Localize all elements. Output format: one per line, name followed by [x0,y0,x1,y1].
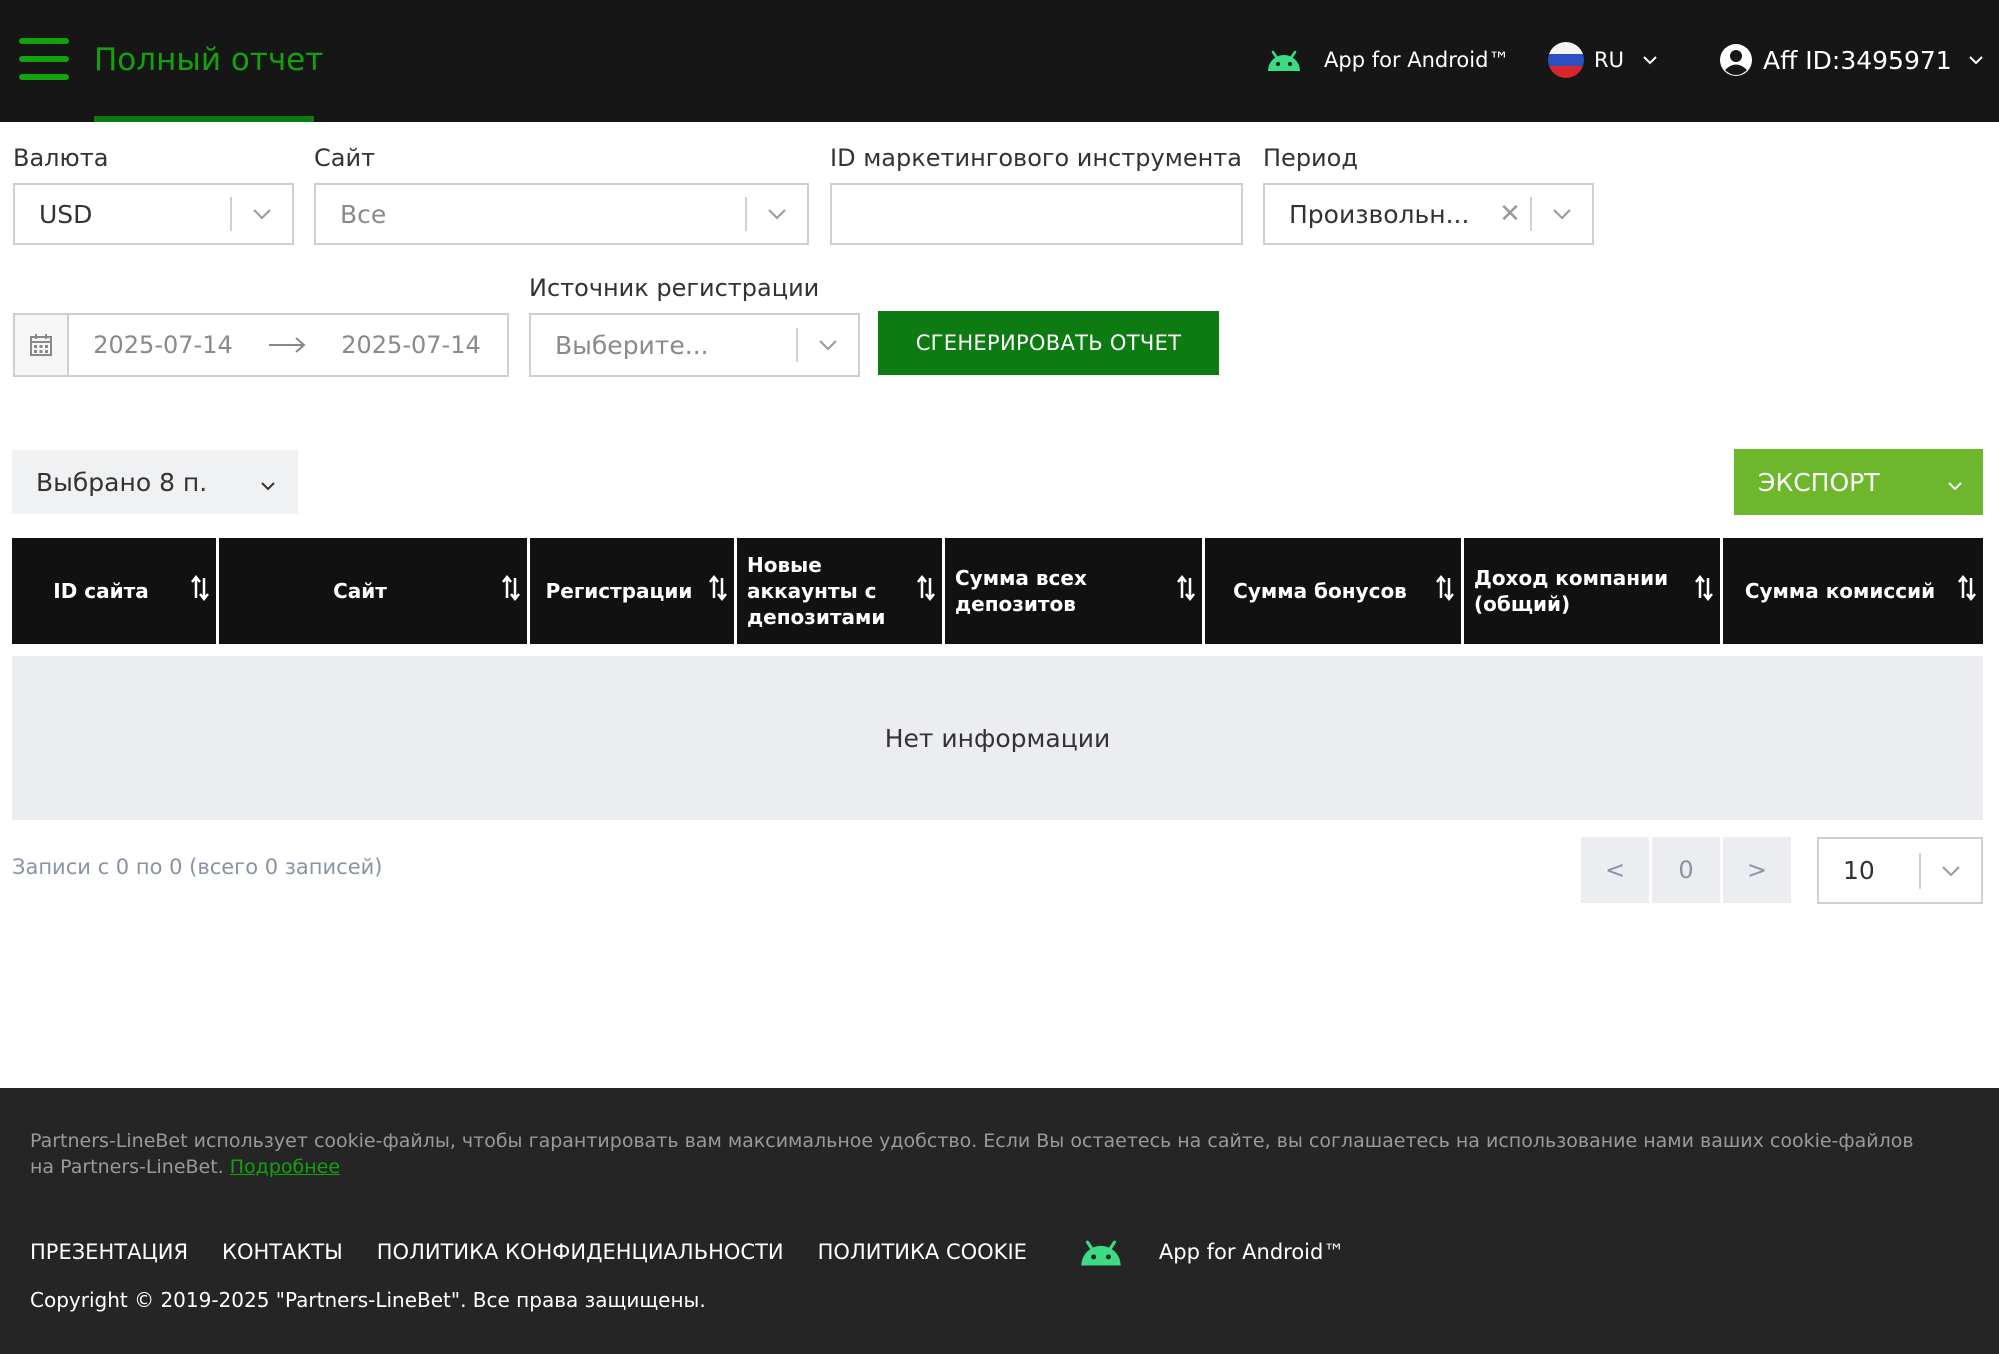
column-header-label: Сумма комиссий [1744,579,1936,603]
footer-link-privacy-policy[interactable]: ПОЛИТИКА КОНФИДЕНЦИАЛЬНОСТИ [377,1240,784,1264]
export-label: ЭКСПОРТ [1758,467,1880,497]
footer-link-contacts[interactable]: КОНТАКТЫ [222,1240,343,1264]
chevron-down-icon [798,339,858,351]
sort-icon[interactable] [190,574,210,607]
columns-select[interactable]: Выбрано 8 п. [12,450,298,514]
page-size-value: 10 [1843,856,1875,885]
period-label: Период [1263,144,1358,172]
android-icon [1268,50,1300,71]
sort-icon[interactable] [1957,574,1977,607]
period-select[interactable]: Произвольн... ✕ [1263,183,1594,245]
marketing-id-label: ID маркетингового инструмента [830,144,1242,172]
date-to-input[interactable]: 2025-07-14 [317,331,505,359]
language-label: RU [1594,48,1624,72]
site-value: Все [340,199,387,229]
chevron-down-icon [1921,865,1981,877]
sort-icon[interactable] [916,574,936,607]
marketing-id-input[interactable] [830,183,1243,245]
clear-icon[interactable]: ✕ [1490,199,1530,229]
column-header-site[interactable]: Сайт [219,538,527,644]
next-page-button[interactable]: > [1723,837,1791,903]
column-header-label: Доход компании (общий) [1474,566,1669,616]
column-header-company-revenue[interactable]: Доход компании (общий) [1464,538,1720,644]
footer-android-app-link[interactable]: App for Android™ [1075,1236,1344,1268]
android-app-link[interactable]: App for Android™ [1264,40,1509,80]
chevron-down-icon [1968,55,1984,65]
period-value: Произвольн... [1289,199,1470,229]
currency-label: Валюта [13,144,109,172]
chevron-down-icon [1947,468,1963,497]
column-header-deposits-sum[interactable]: Сумма всех депозитов [945,538,1202,644]
cookie-more-link[interactable]: Подробнее [230,1156,340,1178]
currency-value: USD [39,199,93,229]
column-header-label: ID сайта [53,579,149,603]
cookie-notice: Partners-LineBet использует cookie-файлы… [30,1128,1930,1180]
current-page[interactable]: 0 [1652,837,1720,903]
language-selector[interactable]: RU [1548,40,1658,80]
reg-source-select[interactable]: Выберите... [529,313,860,377]
footer-android-label: App for Android™ [1158,1240,1345,1264]
sort-icon[interactable] [501,574,521,607]
column-header-label: Сайт [333,579,387,603]
sort-icon[interactable] [1435,574,1455,607]
flag-ru-icon [1548,42,1584,78]
empty-table-message: Нет информации [884,723,1111,753]
footer-link-cookie-policy[interactable]: ПОЛИТИКА COOKIE [818,1240,1027,1264]
date-from-input[interactable]: 2025-07-14 [69,331,257,359]
column-header-site-id[interactable]: ID сайта [12,538,216,644]
chevron-down-icon [1532,208,1592,220]
column-header-label: Сумма бонусов [1233,579,1407,603]
column-header-registrations[interactable]: Регистрации [530,538,734,644]
copyright: Copyright © 2019-2025 "Partners-LineBet"… [30,1288,706,1312]
sort-icon[interactable] [1694,574,1714,607]
chevron-down-icon [260,468,276,497]
site-label: Сайт [314,144,376,172]
column-header-label: Регистрации [545,579,693,603]
android-app-label: App for Android™ [1324,48,1510,72]
site-select[interactable]: Все [314,183,809,245]
account-label: Aff ID:3495971 [1763,45,1952,75]
reg-source-label: Источник регистрации [529,274,820,302]
column-header-label: Новые аккаунты с депозитами [747,553,886,629]
prev-page-button[interactable]: < [1581,837,1649,903]
export-button[interactable]: ЭКСПОРТ [1734,449,1983,515]
calendar-icon[interactable] [15,315,69,375]
footer-links: ПРЕЗЕНТАЦИЯ КОНТАКТЫ ПОЛИТИКА КОНФИДЕНЦИ… [30,1232,1344,1272]
column-header-new-depositing-accounts[interactable]: Новые аккаунты с депозитами [737,538,942,644]
page-size-select[interactable]: 10 [1817,837,1983,904]
title-active-underline [94,116,314,122]
user-icon [1720,44,1752,76]
arrow-right-icon [257,337,317,353]
sort-icon[interactable] [1176,574,1196,607]
footer-link-presentation[interactable]: ПРЕЗЕНТАЦИЯ [30,1240,188,1264]
table-header: ID сайта Сайт Регистрации Новые аккаунты… [12,538,1983,644]
columns-selected-label: Выбрано 8 п. [36,467,208,497]
table-empty-row: Нет информации [12,656,1983,820]
footer: Partners-LineBet использует cookie-файлы… [0,1088,1999,1354]
column-header-label: Сумма всех депозитов [955,566,1087,616]
chevron-down-icon [1642,55,1658,65]
date-range-picker[interactable]: 2025-07-14 2025-07-14 [13,313,509,377]
menu-icon[interactable] [19,38,69,80]
reg-source-placeholder: Выберите... [555,330,709,360]
sort-icon[interactable] [708,574,728,607]
column-header-commission-sum[interactable]: Сумма комиссий [1723,538,1983,644]
records-info: Записи с 0 по 0 (всего 0 записей) [12,855,383,879]
page-title: Полный отчет [94,42,324,78]
account-menu[interactable]: Aff ID:3495971 [1719,40,1984,80]
currency-select[interactable]: USD [13,183,294,245]
top-header: Полный отчет App for Android™ RU Aff ID:… [0,0,1999,122]
chevron-down-icon [232,208,292,220]
chevron-down-icon [747,208,807,220]
column-header-bonus-sum[interactable]: Сумма бонусов [1205,538,1461,644]
generate-report-button[interactable]: СГЕНЕРИРОВАТЬ ОТЧЕТ [878,311,1219,375]
android-icon [1081,1240,1121,1266]
